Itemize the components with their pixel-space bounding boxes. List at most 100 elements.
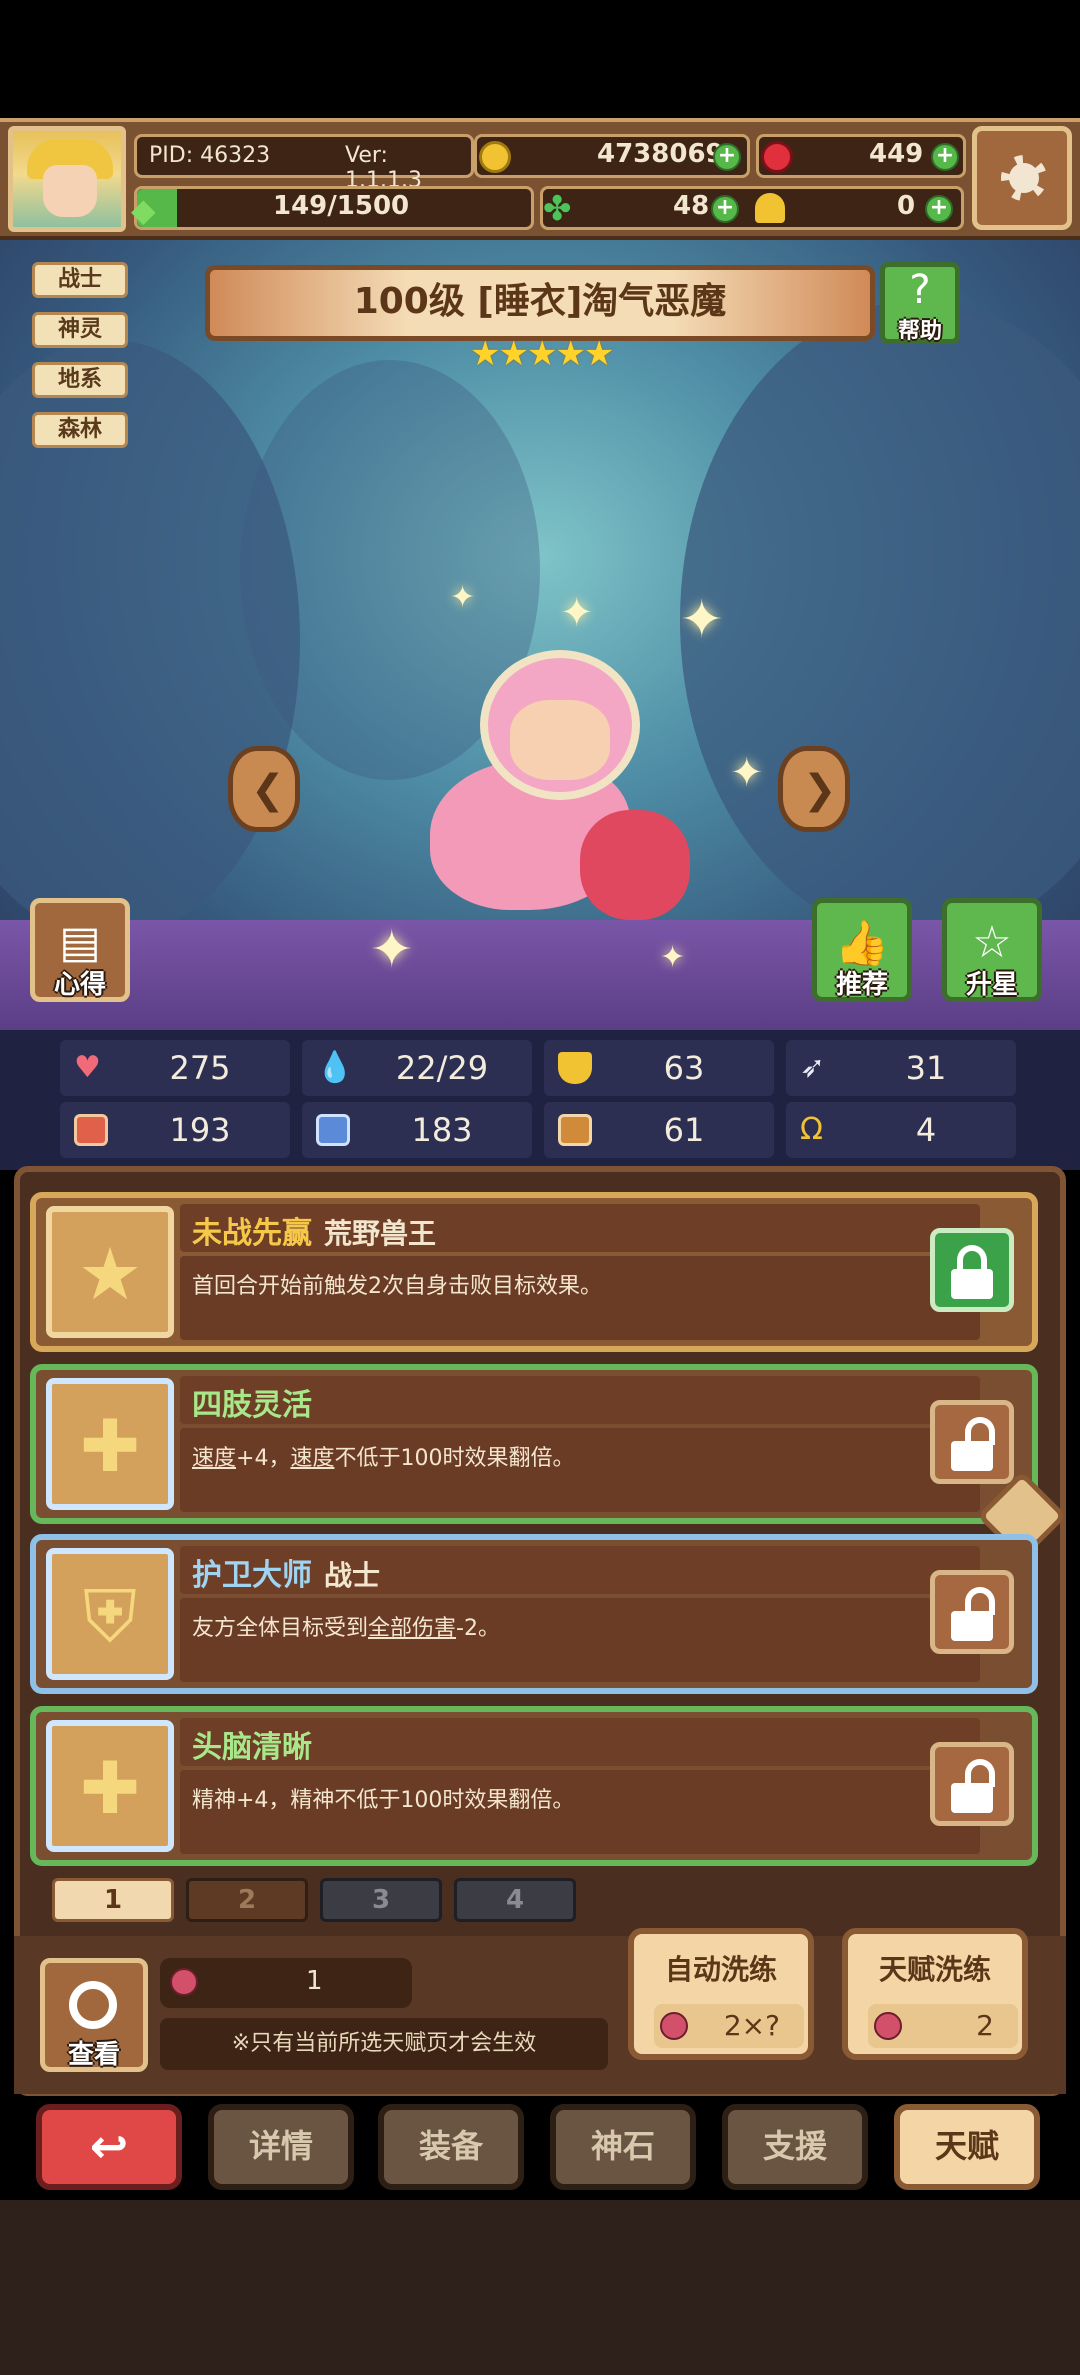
scroll-icon: ▤ — [59, 917, 101, 968]
hero-character-sprite[interactable] — [380, 640, 710, 960]
talent-icon-box: ⛨ — [46, 1548, 174, 1680]
shield-icon — [558, 1052, 592, 1084]
talent-wash-button[interactable]: 天赋洗练 2 — [842, 1928, 1028, 2060]
page-tab-1[interactable]: 1 — [52, 1878, 174, 1922]
teddy-bear — [580, 810, 690, 920]
stat-speed: ➶ 31 — [786, 1040, 1016, 1096]
back-arrow-icon: ↩ — [89, 2119, 129, 2173]
chevron-left-icon: ❮ — [251, 767, 285, 813]
lock-body — [951, 1783, 993, 1813]
wash-resource-bar: 1 — [160, 1958, 412, 2008]
fist-icon — [74, 1114, 108, 1146]
nav-god-stone[interactable]: 神石 — [550, 2104, 696, 2190]
add-gem-button[interactable]: + — [931, 143, 959, 171]
talent-card-1[interactable]: ★ 未战先赢 荒野兽王 首回合开始前触发2次自身击败目标效果。 — [30, 1192, 1038, 1352]
tag-class[interactable]: 战士 — [32, 262, 128, 298]
add-key-button[interactable]: + — [925, 195, 953, 223]
avatar-face — [43, 165, 97, 217]
question-icon: ? — [909, 267, 931, 313]
stat-crit: Ω 4 — [786, 1102, 1016, 1158]
settings-button[interactable] — [972, 126, 1072, 230]
clover-value: 48 — [673, 191, 710, 221]
nav-equipment[interactable]: 装备 — [378, 2104, 524, 2190]
keyword-link[interactable]: 速度 — [192, 1446, 236, 1471]
keyword-link[interactable]: 全部伤害 — [368, 1616, 456, 1641]
desc-text: 友方全体目标受到 — [192, 1616, 369, 1641]
talent-lock-button[interactable] — [930, 1570, 1014, 1654]
chevron-right-icon: ❯ — [803, 767, 837, 813]
page-tab-4[interactable]: 4 — [454, 1878, 576, 1922]
lock-body — [951, 1269, 993, 1299]
bottom-navigation: ↩ 详情 装备 神石 支援 天赋 — [0, 2098, 1080, 2190]
star-icon: ★ — [77, 1232, 143, 1316]
book-icon — [316, 1114, 350, 1146]
magic-shield-icon — [558, 1114, 592, 1146]
desc-text: -2。 — [456, 1616, 500, 1641]
talent-lock-button[interactable] — [930, 1228, 1014, 1312]
tag-region[interactable]: 森林 — [32, 412, 128, 448]
stat-magic-defense: 61 — [544, 1102, 774, 1158]
sparkle-icon: ✦ — [450, 580, 476, 615]
gem-bar: 449 + — [756, 134, 966, 178]
back-button[interactable]: ↩ — [36, 2104, 182, 2190]
talent-name: 未战先赢 荒野兽王 — [192, 1216, 437, 1251]
view-button[interactable]: 查看 — [40, 1958, 148, 2072]
talent-lock-button[interactable] — [930, 1742, 1014, 1826]
auto-wash-button[interactable]: 自动洗练 2×? — [628, 1928, 814, 2060]
talent-origin: 战士 — [324, 1559, 381, 1592]
player-avatar[interactable] — [8, 126, 126, 232]
fruit-icon — [874, 2012, 902, 2040]
talent-card-4[interactable]: ✚ 头脑清晰 精神+4，精神不低于100时效果翻倍。 — [30, 1706, 1038, 1866]
ruby-gem-icon — [761, 141, 793, 173]
talent-lock-button[interactable] — [930, 1400, 1014, 1484]
gold-value: 4738069 — [597, 139, 724, 169]
nav-details[interactable]: 详情 — [208, 2104, 354, 2190]
talent-card-2[interactable]: ✚ 四肢灵活 速度+4，速度不低于100时效果翻倍。 — [30, 1364, 1038, 1524]
talent-icon-box: ★ — [46, 1206, 174, 1338]
add-clover-button[interactable]: + — [711, 195, 739, 223]
clover-icon: ✤ — [543, 189, 572, 229]
footer-background — [0, 2200, 1080, 2375]
key-icon — [755, 193, 785, 223]
stat-attack: 193 — [60, 1102, 290, 1158]
talent-card-3[interactable]: ⛨ 护卫大师 战士 友方全体目标受到全部伤害-2。 — [30, 1534, 1038, 1694]
tag-race[interactable]: 神灵 — [32, 312, 128, 348]
talent-name: 四肢灵活 — [192, 1388, 312, 1423]
heart-icon: ♥ — [74, 1050, 101, 1085]
talent-origin: 荒野兽王 — [324, 1217, 437, 1250]
nav-talent[interactable]: 天赋 — [894, 2104, 1040, 2190]
stat-hp: ♥ 275 — [60, 1040, 290, 1096]
auto-wash-cost: 2×? — [654, 2004, 804, 2048]
gold-coin-icon — [479, 141, 511, 173]
water-drop-icon: 💧 — [316, 1050, 354, 1085]
stamina-value: 149/1500 — [273, 191, 410, 221]
talent-name: 护卫大师 战士 — [192, 1558, 381, 1593]
talent-icon-box: ✚ — [46, 1720, 174, 1852]
gear-icon — [1001, 155, 1047, 201]
desc-text: 不低于100时效果翻倍。 — [334, 1446, 575, 1471]
tree-right — [680, 300, 1080, 940]
star-up-button[interactable]: ☆ 升星 — [942, 898, 1042, 1002]
tag-element[interactable]: 地系 — [32, 362, 128, 398]
nav-support[interactable]: 支援 — [722, 2104, 868, 2190]
sparkle-icon: ✦ — [560, 590, 594, 636]
cross-icon: ✚ — [79, 1404, 141, 1488]
next-hero-button[interactable]: ❯ — [778, 746, 850, 832]
keyword-link[interactable]: 速度 — [290, 1446, 334, 1471]
tips-button[interactable]: ▤ 心得 — [30, 898, 130, 1002]
recommend-button[interactable]: 👍 推荐 — [812, 898, 912, 1002]
key-value: 0 — [897, 191, 916, 221]
stat-mana: 💧 22/29 — [302, 1040, 532, 1096]
prev-hero-button[interactable]: ❮ — [228, 746, 300, 832]
fruit-icon — [660, 2012, 688, 2040]
talent-wash-cost: 2 — [868, 2004, 1018, 2048]
add-gold-button[interactable]: + — [713, 143, 741, 171]
talent-description: 速度+4，速度不低于100时效果翻倍。 — [192, 1440, 574, 1472]
help-button[interactable]: ? 帮助 — [880, 262, 960, 344]
wing-icon: ➶ — [800, 1050, 826, 1085]
page-tab-3[interactable]: 3 — [320, 1878, 442, 1922]
talent-icon-box: ✚ — [46, 1378, 174, 1510]
wash-note: ※只有当前所选天赋页才会生效 — [160, 2018, 608, 2070]
page-tab-2[interactable]: 2 — [186, 1878, 308, 1922]
shield-icon: ⛨ — [82, 1574, 137, 1658]
